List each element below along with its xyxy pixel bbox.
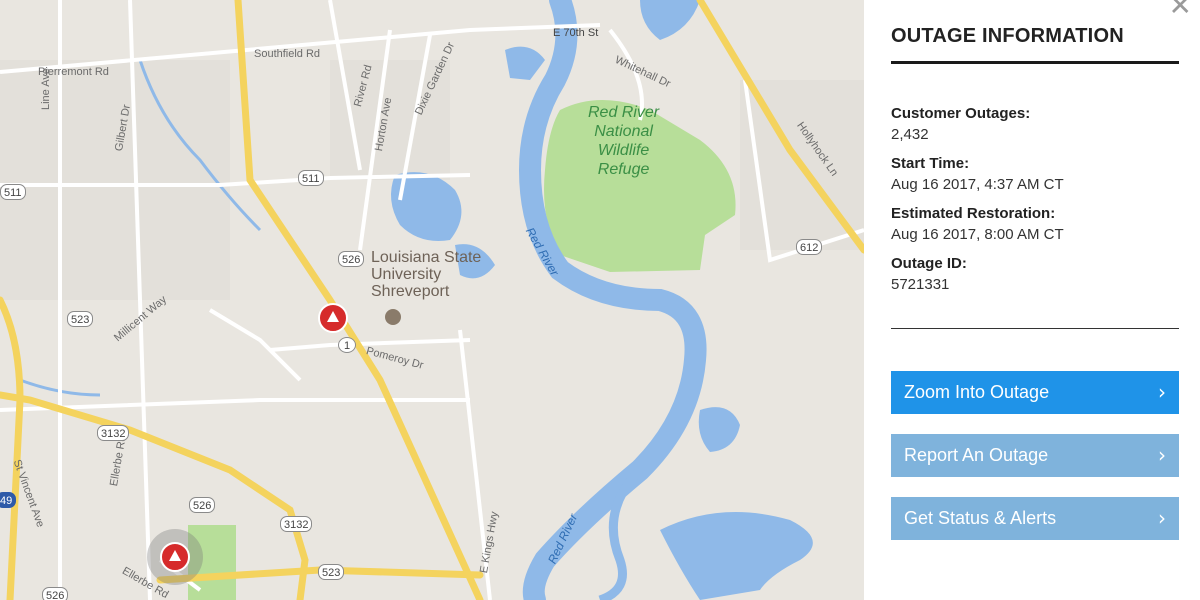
route-shield: 511 — [298, 170, 324, 186]
customer-outages-label: Customer Outages: — [891, 105, 1031, 122]
interstate-shield: 49 — [0, 492, 17, 508]
outage-info-panel: ✕ OUTAGE INFORMATION Customer Outages: 2… — [864, 0, 1200, 600]
lake-water — [660, 512, 813, 600]
get-status-alerts-button[interactable]: Get Status & Alerts › — [891, 497, 1179, 540]
poi-lsu-shreveport[interactable]: Louisiana State University Shreveport — [371, 249, 481, 300]
poi-label-line: University — [371, 266, 442, 283]
route-shield: 526 — [42, 587, 69, 600]
outage-id-label: Outage ID: — [891, 255, 967, 272]
customer-outages-value: 2,432 — [891, 126, 929, 143]
route-shield: 523 — [318, 564, 345, 580]
refuge-label-line: National — [594, 123, 653, 140]
panel-title: OUTAGE INFORMATION — [891, 25, 1124, 47]
lake-water — [698, 407, 740, 452]
route-shield: 511 — [0, 184, 26, 200]
button-label: Report An Outage — [904, 445, 1049, 465]
route-shield: 3132 — [280, 516, 313, 532]
refuge-label-line: Red River — [588, 104, 660, 121]
refuge-label-line: Refuge — [597, 161, 650, 178]
road-label-southfield: Southfield Rd — [254, 48, 321, 60]
route-shield: 523 — [67, 311, 94, 327]
refuge-label: Red River National Wildlife Refuge — [588, 103, 659, 179]
poi-label-line: Shreveport — [371, 283, 450, 300]
route-shield: 3132 — [97, 425, 130, 441]
zoom-into-outage-button[interactable]: Zoom Into Outage › — [891, 371, 1179, 414]
chevron-right-icon: › — [1158, 443, 1166, 467]
outage-id-value: 5721331 — [891, 276, 950, 293]
route-shield: 612 — [796, 239, 823, 255]
road-label-e70th: E 70th St — [553, 27, 599, 39]
route-shield: 526 — [338, 251, 365, 267]
section-divider — [891, 328, 1179, 329]
lake-water — [640, 0, 700, 40]
route-shield: 1 — [338, 337, 356, 353]
button-label: Zoom Into Outage — [904, 382, 1050, 402]
refuge-label-line: Wildlife — [597, 142, 650, 159]
outage-marker[interactable] — [160, 542, 190, 572]
chevron-right-icon: › — [1158, 506, 1166, 530]
outage-marker[interactable] — [318, 303, 348, 333]
button-label: Get Status & Alerts — [904, 508, 1057, 528]
report-outage-button[interactable]: Report An Outage › — [891, 434, 1179, 477]
university-icon — [385, 309, 401, 325]
residential-area — [0, 60, 230, 300]
estimated-restoration-label: Estimated Restoration: — [891, 205, 1056, 222]
route-shield: 526 — [189, 497, 216, 513]
lake-water — [505, 46, 545, 80]
title-divider — [891, 61, 1179, 64]
close-icon[interactable]: ✕ — [1169, 0, 1192, 20]
chevron-right-icon: › — [1158, 380, 1166, 404]
estimated-restoration-value: Aug 16 2017, 8:00 AM CT — [891, 226, 1064, 243]
poi-label-line: Louisiana State — [371, 249, 482, 266]
road-label-line-ave: Line Ave — [40, 67, 52, 110]
start-time-label: Start Time: — [891, 155, 970, 172]
start-time-value: Aug 16 2017, 4:37 AM CT — [891, 176, 1064, 193]
outage-map[interactable]: Pierremont Rd Southfield Rd Line Ave Gil… — [0, 0, 864, 600]
